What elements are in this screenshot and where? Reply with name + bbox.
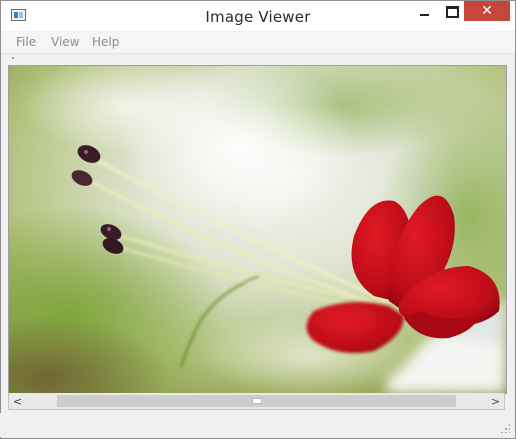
maximize-icon (445, 6, 459, 18)
horizontal-scrollbar[interactable]: < > (8, 393, 505, 410)
close-icon: ✕ (481, 3, 493, 19)
status-bar (0, 413, 514, 437)
scroll-track[interactable] (26, 393, 487, 409)
maximize-button[interactable] (437, 1, 467, 23)
scroll-thumb-grip (251, 398, 262, 404)
scroll-right-button[interactable]: > (487, 393, 504, 409)
menu-view[interactable]: View (51, 35, 79, 49)
flower-photo (9, 66, 506, 393)
scroll-left-button[interactable]: < (9, 393, 26, 409)
menu-help[interactable]: Help (92, 35, 119, 49)
scroll-thumb[interactable] (57, 395, 456, 407)
image-viewport[interactable] (8, 65, 507, 394)
minimize-icon (419, 14, 429, 16)
menu-file[interactable]: File (16, 35, 36, 49)
menu-bar: File View Help (1, 32, 515, 54)
close-button[interactable]: ✕ (464, 1, 510, 21)
minimize-button[interactable] (409, 1, 439, 23)
chevron-right-icon: > (490, 394, 501, 408)
title-bar[interactable]: Image Viewer ✕ (1, 1, 515, 31)
resize-grip-icon[interactable] (500, 423, 510, 433)
toolbar-area (1, 54, 515, 62)
chevron-left-icon: < (12, 394, 23, 408)
